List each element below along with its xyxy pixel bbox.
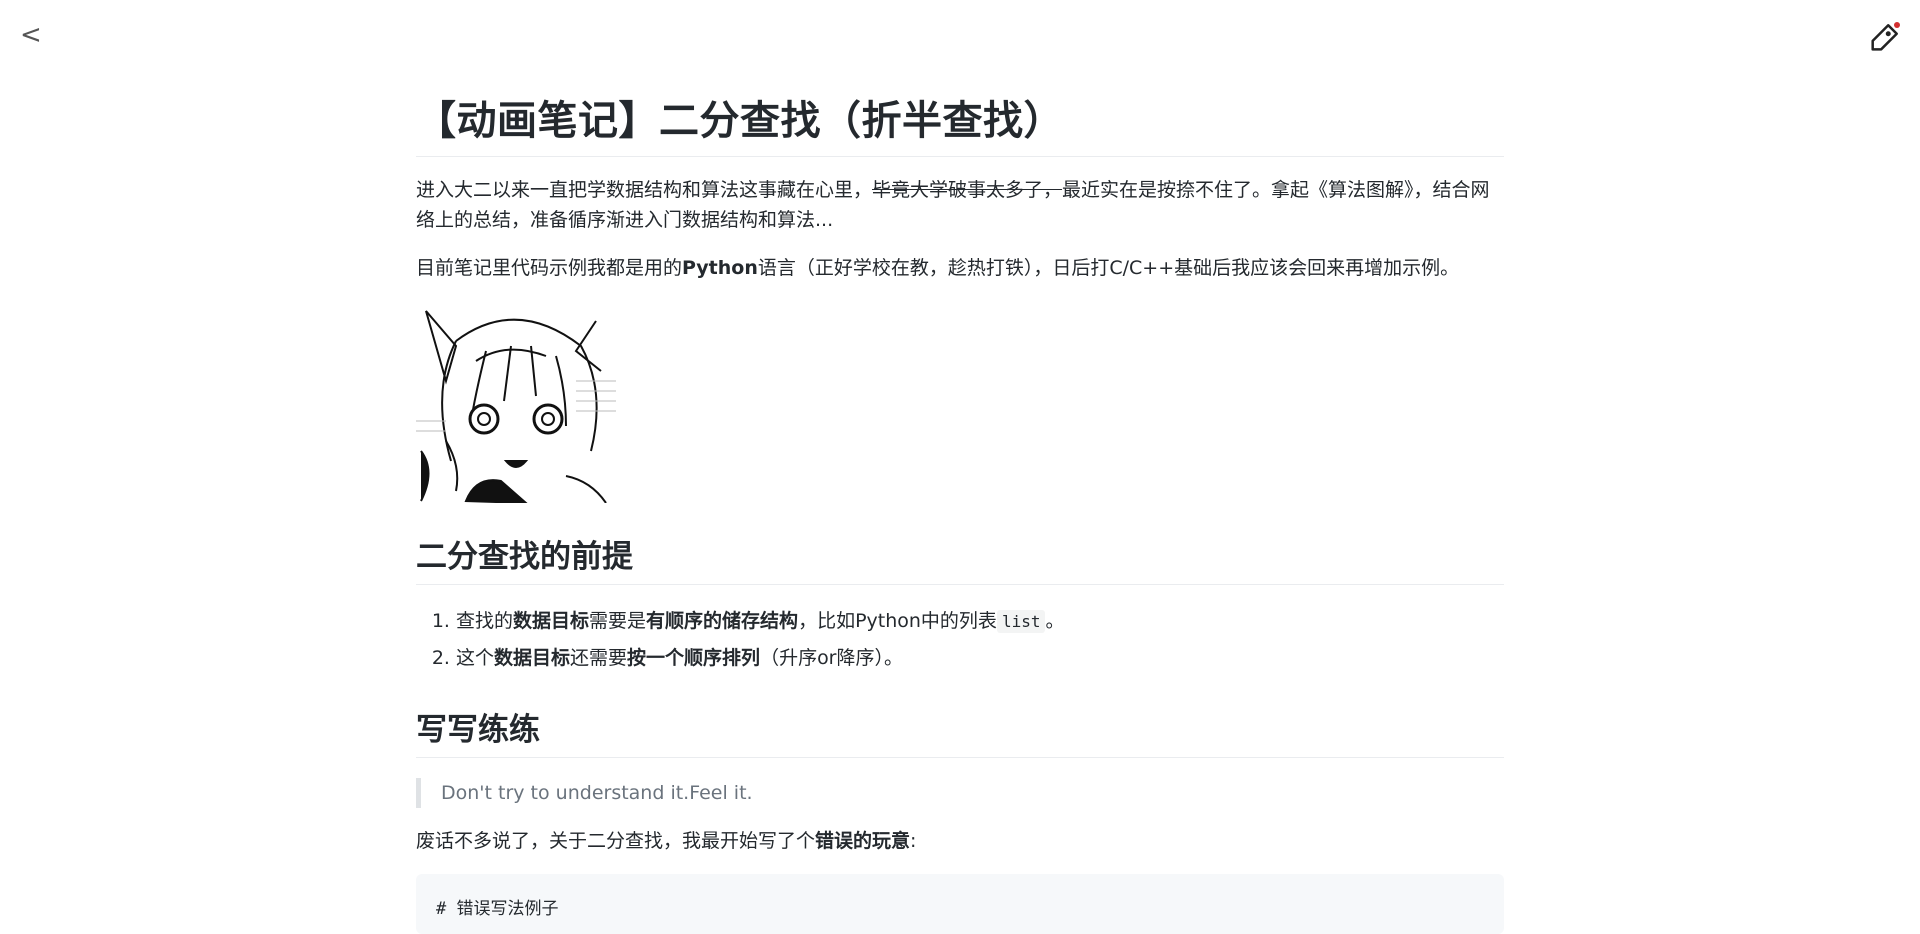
anime-girl-illustration	[416, 301, 618, 503]
intro-text: 进入大二以来一直把学数据结构和算法这事藏在心里，	[416, 179, 873, 201]
list-item: 查找的数据目标需要是有顺序的储存结构，比如Python中的列表list。	[456, 603, 1504, 640]
intro-paragraph: 进入大二以来一直把学数据结构和算法这事藏在心里，毕竟大学破事太多了，最近实在是按…	[416, 175, 1504, 235]
item-bold: 有顺序的储存结构	[646, 610, 799, 632]
section-heading-practice: 写写练练	[416, 704, 1504, 758]
lang-note-text-rest: 语言（正好学校在教，趁热打铁），日后打C/C++基础后我应该会回来再增加示例。	[757, 257, 1460, 279]
list-item: 这个数据目标还需要按一个顺序排列（升序or降序）。	[456, 640, 1504, 676]
item-text: 还需要	[570, 647, 628, 669]
item-bold: 数据目标	[494, 647, 571, 669]
item-text: ，比如Python中的列表	[798, 610, 997, 632]
item-text: 。	[1045, 610, 1065, 632]
practice-paragraph: 废话不多说了，关于二分查找，我最开始写了个错误的玩意:	[416, 826, 1504, 856]
item-text: 这个	[456, 647, 495, 669]
section-heading-prerequisites: 二分查找的前提	[416, 531, 1504, 585]
back-button[interactable]: <	[20, 22, 42, 48]
language-note-paragraph: 目前笔记里代码示例我都是用的Python语言（正好学校在教，趁热打铁），日后打C…	[416, 253, 1504, 283]
practice-bold: 错误的玩意	[815, 830, 911, 852]
quote-block: Don't try to understand it.Feel it.	[416, 778, 1504, 808]
item-bold: 按一个顺序排列	[627, 647, 761, 669]
item-text: （升序or降序）。	[760, 647, 903, 669]
item-text: 查找的	[456, 610, 514, 632]
intro-strikethrough: 毕竟大学破事太多了，	[872, 179, 1063, 201]
inline-code: list	[996, 610, 1046, 633]
code-block: # 错误写法例子	[416, 874, 1504, 934]
item-bold: 数据目标	[513, 610, 590, 632]
prerequisites-list: 查找的数据目标需要是有顺序的储存结构，比如Python中的列表list。 这个数…	[416, 603, 1504, 676]
price-tag-icon[interactable]	[1864, 18, 1904, 58]
practice-text: 废话不多说了，关于二分查找，我最开始写了个	[416, 830, 816, 852]
lang-note-text: 目前笔记里代码示例我都是用的	[416, 257, 683, 279]
article-title: 【动画笔记】二分查找（折半查找）	[416, 88, 1504, 157]
article: 【动画笔记】二分查找（折半查找） 进入大二以来一直把学数据结构和算法这事藏在心里…	[416, 88, 1504, 934]
lang-note-bold: Python	[682, 257, 758, 279]
item-text: 需要是	[589, 610, 647, 632]
code-comment-line: # 错误写法例子	[436, 899, 559, 919]
practice-text-end: :	[910, 830, 917, 852]
